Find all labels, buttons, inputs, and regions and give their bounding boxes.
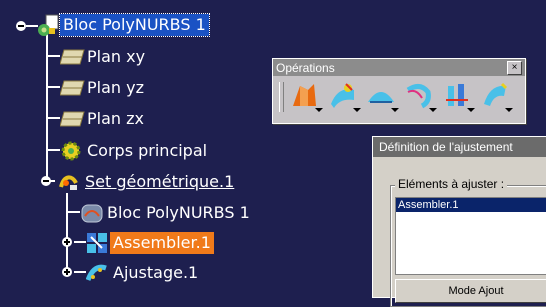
tree-node-geometrical-set[interactable]: Set géométrique.1 xyxy=(58,170,237,194)
tree-node-ajustage[interactable]: Ajustage.1 xyxy=(85,261,201,285)
tree-node-plan-zx[interactable]: Plan zx xyxy=(59,107,147,131)
plan-zx-label[interactable]: Plan zx xyxy=(84,108,147,130)
blend-tool-icon[interactable] xyxy=(366,80,399,114)
tree-node-plan-yz[interactable]: Plan yz xyxy=(59,76,147,100)
polynurbs-part-icon xyxy=(36,14,59,36)
fill-tool-icon[interactable] xyxy=(442,80,475,114)
adjust-definition-dialog[interactable]: Définition de l'ajustement Eléments à aj… xyxy=(372,136,546,307)
fit-tool-icon[interactable] xyxy=(480,80,513,114)
ajustage-label[interactable]: Ajustage.1 xyxy=(110,262,201,284)
root-label[interactable]: Bloc PolyNURBS 1 xyxy=(59,13,210,37)
polynurbs-block-icon xyxy=(80,202,103,224)
operations-toolbar-title: Opérations xyxy=(276,60,335,75)
adjust-dialog-title[interactable]: Définition de l'ajustement xyxy=(373,137,546,157)
plan-yz-label[interactable]: Plan yz xyxy=(84,77,147,99)
operations-tools xyxy=(273,76,525,118)
tree-node-plan-xy[interactable]: Plan xy xyxy=(59,45,148,69)
extrude-tool-icon[interactable] xyxy=(290,80,323,114)
plane-icon xyxy=(59,108,85,130)
fitting-icon xyxy=(85,262,108,284)
sweep-tool-icon[interactable] xyxy=(404,80,437,114)
body-gear-icon xyxy=(60,140,82,162)
tree-node-polynurbs-block[interactable]: Bloc PolyNURBS 1 xyxy=(80,201,253,225)
tree-node-corps-principal[interactable]: Corps principal xyxy=(60,139,210,163)
operations-toolbar-titlebar[interactable]: Opérations × xyxy=(273,59,525,76)
plan-xy-label[interactable]: Plan xy xyxy=(84,46,148,68)
assembler-label[interactable]: Assembler.1 xyxy=(110,232,214,254)
elements-list[interactable]: Assembler.1 xyxy=(395,197,546,275)
polynurbs-block-label[interactable]: Bloc PolyNURBS 1 xyxy=(104,202,253,224)
surface-tool-icon[interactable] xyxy=(328,80,361,114)
tree-node-assembler[interactable]: Assembler.1 xyxy=(86,231,214,255)
geometrical-set-icon xyxy=(58,171,80,193)
close-icon[interactable]: × xyxy=(507,60,522,75)
expand-plus-icon[interactable] xyxy=(62,267,72,277)
plane-icon xyxy=(59,77,85,99)
corps-principal-label[interactable]: Corps principal xyxy=(84,140,210,162)
toolbar-grip[interactable] xyxy=(279,82,284,112)
mode-ajout-button[interactable]: Mode Ajout xyxy=(395,279,546,303)
operations-toolbar[interactable]: Opérations × xyxy=(272,58,526,124)
plane-icon xyxy=(59,46,85,68)
assemble-icon xyxy=(86,232,108,254)
list-item[interactable]: Assembler.1 xyxy=(396,198,546,212)
expand-plus-icon[interactable] xyxy=(62,237,72,247)
collapse-minus-icon[interactable] xyxy=(16,21,26,31)
tree-node-root[interactable]: Bloc PolyNURBS 1 xyxy=(36,13,210,37)
collapse-minus-icon[interactable] xyxy=(41,176,51,186)
geometrical-set-label[interactable]: Set géométrique.1 xyxy=(82,171,237,193)
elements-group-label: Eléments à ajuster : xyxy=(395,177,508,191)
